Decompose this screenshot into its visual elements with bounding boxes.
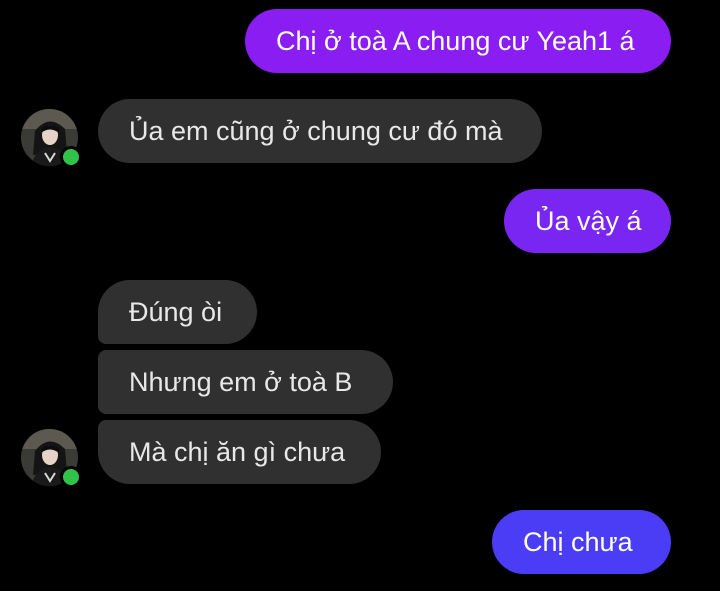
message-text: Chị ở toà A chung cư Yeah1 á (276, 25, 635, 56)
message-bubble-sent[interactable]: Ủa vậy á (504, 189, 671, 253)
message-bubble-received[interactable]: Mà chị ăn gì chưa (98, 420, 381, 484)
message-bubble-received[interactable]: Nhưng em ở toà B (98, 350, 393, 414)
message-bubble-sent[interactable]: Chị ở toà A chung cư Yeah1 á (245, 9, 671, 73)
online-status-indicator (60, 466, 82, 488)
message-text: Nhưng em ở toà B (129, 366, 353, 397)
message-text: Mà chị ăn gì chưa (129, 436, 346, 467)
message-text: Ủa em cũng ở chung cư đó mà (129, 115, 503, 146)
message-bubble-received[interactable]: Đúng òi (98, 280, 257, 344)
message-bubble-sent[interactable]: Chị chưa (492, 510, 671, 574)
message-text: Đúng òi (129, 296, 223, 327)
message-text: Chị chưa (523, 526, 633, 557)
message-bubble-received[interactable]: Ủa em cũng ở chung cư đó mà (98, 99, 542, 163)
contact-avatar[interactable] (21, 429, 82, 488)
contact-avatar[interactable] (21, 109, 82, 168)
online-status-indicator (60, 146, 82, 168)
message-text: Ủa vậy á (535, 205, 642, 236)
